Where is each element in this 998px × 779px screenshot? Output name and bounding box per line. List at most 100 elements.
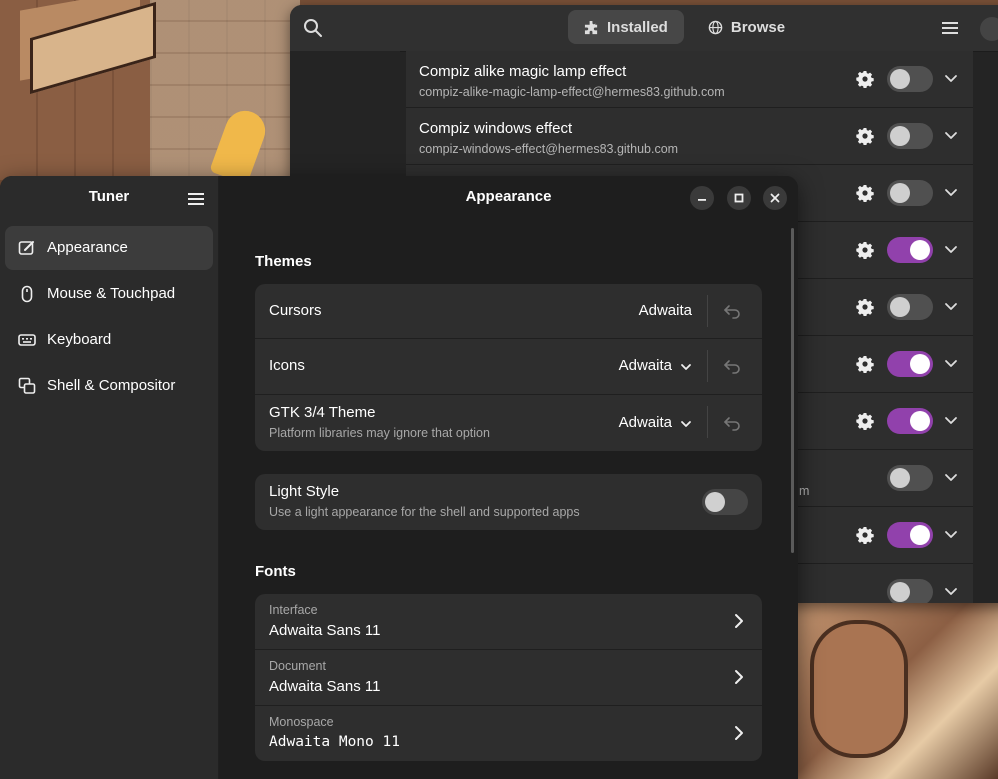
maximize-button[interactable] [727,186,751,210]
scrollbar[interactable] [791,228,794,553]
minimize-button[interactable] [690,186,714,210]
extension-subtitle: compiz-alike-magic-lamp-effect@hermes83.… [419,85,725,99]
font-document-value: Adwaita Sans 11 [269,678,381,695]
gear-icon[interactable] [856,412,874,430]
gear-icon[interactable] [856,184,874,202]
font-monospace-row[interactable]: Monospace Adwaita Mono 11 [255,706,762,761]
chevron-down-icon [681,364,691,370]
gtk-theme-row[interactable]: GTK 3/4 Theme Platform libraries may ign… [255,395,762,451]
extension-toggle[interactable] [887,237,933,263]
extension-toggle[interactable] [887,522,933,548]
font-monospace-label: Monospace [269,715,334,729]
windows-icon [18,377,36,394]
minimize-icon [698,199,706,201]
icons-value: Adwaita [618,357,672,374]
icons-row[interactable]: Icons Adwaita [255,339,762,395]
divider [707,295,708,327]
sidebar-item-shell-compositor[interactable]: Shell & Compositor [5,364,213,408]
divider [707,350,708,382]
chevron-down-icon[interactable] [944,128,958,142]
chevron-down-icon [681,421,691,427]
light-style-label: Light Style [269,483,340,500]
extension-toggle[interactable] [887,66,933,92]
font-document-label: Document [269,659,326,673]
chevron-right-icon [735,670,743,684]
reset-icon[interactable] [723,414,741,432]
keyboard-icon [18,334,36,346]
extension-toggle[interactable] [887,294,933,320]
toggle-knob [890,468,910,488]
reset-icon[interactable] [723,302,741,320]
chevron-down-icon[interactable] [944,242,958,256]
gtk-theme-label: GTK 3/4 Theme [269,404,376,421]
font-interface-label: Interface [269,603,318,617]
toggle-knob [910,354,930,374]
extension-toggle[interactable] [887,351,933,377]
sidebar-item-keyboard[interactable]: Keyboard [5,318,213,362]
toggle-knob [890,183,910,203]
extension-toggle[interactable] [887,579,933,603]
cursors-row[interactable]: Cursors Adwaita [255,284,762,339]
tuner-sidebar: Tuner Appearance Mouse & Touchpad Keyboa… [0,176,219,779]
extensions-tabs: Installed Browse [568,10,801,46]
toggle-knob [910,240,930,260]
tab-browse-label: Browse [730,18,786,36]
light-style-toggle[interactable] [702,489,748,515]
mouse-icon [21,285,33,303]
gear-icon[interactable] [856,298,874,316]
toggle-knob [910,411,930,431]
search-icon[interactable] [302,17,324,39]
toggle-knob [910,525,930,545]
chevron-down-icon[interactable] [944,413,958,427]
toggle-knob [890,126,910,146]
tab-installed-label: Installed [607,18,668,36]
hamburger-menu-icon[interactable] [940,18,960,38]
gear-icon[interactable] [856,355,874,373]
reset-icon[interactable] [723,357,741,375]
close-button[interactable] [763,186,787,210]
wallpaper-cup [810,620,908,758]
themes-heading: Themes [255,253,312,270]
extension-toggle[interactable] [887,180,933,206]
font-interface-value: Adwaita Sans 11 [269,622,381,639]
gear-icon[interactable] [856,241,874,259]
extension-row[interactable]: Compiz alike magic lamp effect compiz-ali… [406,51,973,108]
gear-icon[interactable] [856,70,874,88]
chevron-down-icon[interactable] [944,356,958,370]
light-style-row[interactable]: Light Style Use a light appearance for t… [255,474,762,530]
light-style-subtitle: Use a light appearance for the shell and… [269,505,580,519]
font-monospace-value: Adwaita Mono 11 [269,734,400,750]
chevron-down-icon[interactable] [944,584,958,598]
font-interface-row[interactable]: Interface Adwaita Sans 11 [255,594,762,650]
font-document-row[interactable]: Document Adwaita Sans 11 [255,650,762,706]
extension-toggle[interactable] [887,465,933,491]
window-close-button[interactable] [980,17,998,41]
close-icon [770,193,780,203]
sidebar-item-appearance[interactable]: Appearance [5,226,213,270]
chevron-down-icon[interactable] [944,299,958,313]
fonts-group: Interface Adwaita Sans 11 Document Adwai… [255,594,762,761]
tuner-window: Tuner Appearance Mouse & Touchpad Keyboa… [0,176,798,779]
sidebar-item-mouse-touchpad[interactable]: Mouse & Touchpad [5,272,213,316]
extensions-header: Installed Browse [290,5,998,52]
chevron-down-icon[interactable] [944,185,958,199]
extension-toggle[interactable] [887,408,933,434]
gear-icon[interactable] [856,526,874,544]
gear-icon[interactable] [856,127,874,145]
hamburger-menu-icon[interactable] [186,189,206,209]
toggle-knob [890,297,910,317]
chevron-down-icon[interactable] [944,71,958,85]
tab-installed[interactable]: Installed [568,10,684,44]
extension-subtitle: compiz-windows-effect@hermes83.github.co… [419,142,679,156]
chevron-down-icon[interactable] [944,527,958,541]
extension-row[interactable]: Compiz windows effect compiz-windows-effe… [406,108,973,165]
chevron-down-icon[interactable] [944,470,958,484]
puzzle-icon [584,20,598,34]
fonts-heading: Fonts [255,563,296,580]
appearance-icon [18,241,34,255]
maximize-icon [734,193,744,203]
extension-toggle[interactable] [887,123,933,149]
tab-browse[interactable]: Browse [692,10,801,44]
themes-group: Cursors Adwaita Icons Adwaita GTK 3/4 Th… [255,284,762,451]
toggle-knob [705,492,725,512]
